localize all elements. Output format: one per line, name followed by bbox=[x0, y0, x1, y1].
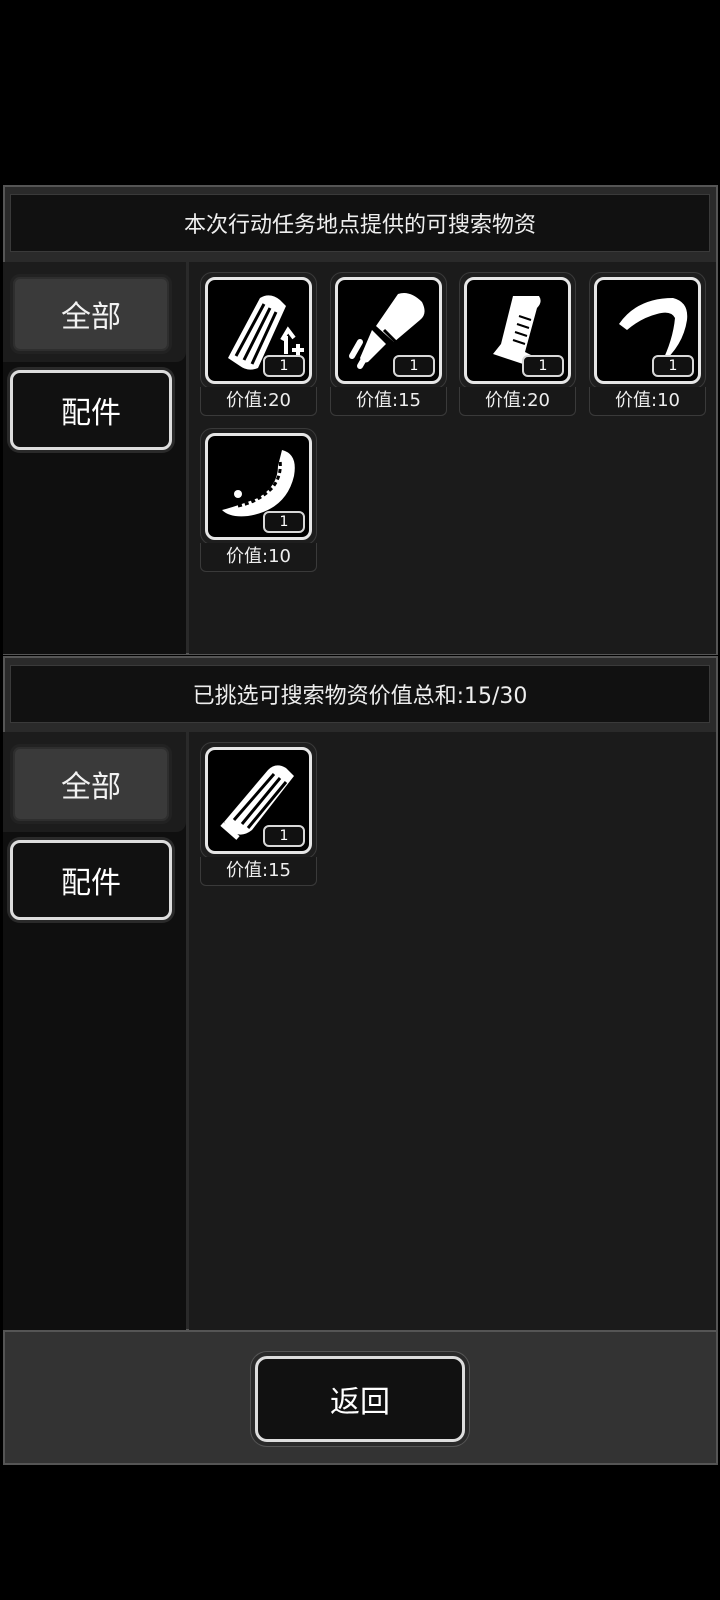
item-icon-box: 1 bbox=[464, 277, 571, 384]
item-quantity: 1 bbox=[263, 511, 305, 533]
item-slot[interactable]: 1 价值:15 bbox=[330, 272, 447, 417]
item-slot[interactable]: 1 价值:15 bbox=[200, 742, 317, 887]
item-value: 价值:15 bbox=[330, 387, 447, 416]
item-value: 价值:10 bbox=[589, 387, 706, 416]
item-icon-box: 1 bbox=[205, 277, 312, 384]
available-items-title: 本次行动任务地点提供的可搜索物资 bbox=[10, 194, 710, 252]
item-value: 价值:15 bbox=[200, 857, 317, 886]
tab-all-bottom[interactable]: 全部 bbox=[10, 744, 172, 824]
item-value: 价值:20 bbox=[459, 387, 576, 416]
item-slot[interactable]: 1 价值:10 bbox=[589, 272, 706, 417]
item-slot[interactable]: 1 价值:10 bbox=[200, 428, 317, 573]
item-slot[interactable]: 1 价值:20 bbox=[200, 272, 317, 417]
item-quantity: 1 bbox=[263, 825, 305, 847]
return-button[interactable]: 返回 bbox=[255, 1356, 465, 1442]
item-quantity: 1 bbox=[522, 355, 564, 377]
item-value: 价值:10 bbox=[200, 543, 317, 572]
item-icon-box: 1 bbox=[205, 747, 312, 854]
item-icon-box: 1 bbox=[335, 277, 442, 384]
item-icon-box: 1 bbox=[594, 277, 701, 384]
tab-all-top[interactable]: 全部 bbox=[10, 274, 172, 354]
tab-parts-top[interactable]: 配件 bbox=[10, 370, 172, 450]
item-quantity: 1 bbox=[393, 355, 435, 377]
item-icon-box: 1 bbox=[205, 433, 312, 540]
item-value: 价值:20 bbox=[200, 387, 317, 416]
selected-items-title: 已挑选可搜索物资价值总和:15/30 bbox=[10, 665, 710, 723]
tab-parts-bottom[interactable]: 配件 bbox=[10, 840, 172, 920]
item-slot[interactable]: 1 价值:20 bbox=[459, 272, 576, 417]
item-quantity: 1 bbox=[263, 355, 305, 377]
item-quantity: 1 bbox=[652, 355, 694, 377]
